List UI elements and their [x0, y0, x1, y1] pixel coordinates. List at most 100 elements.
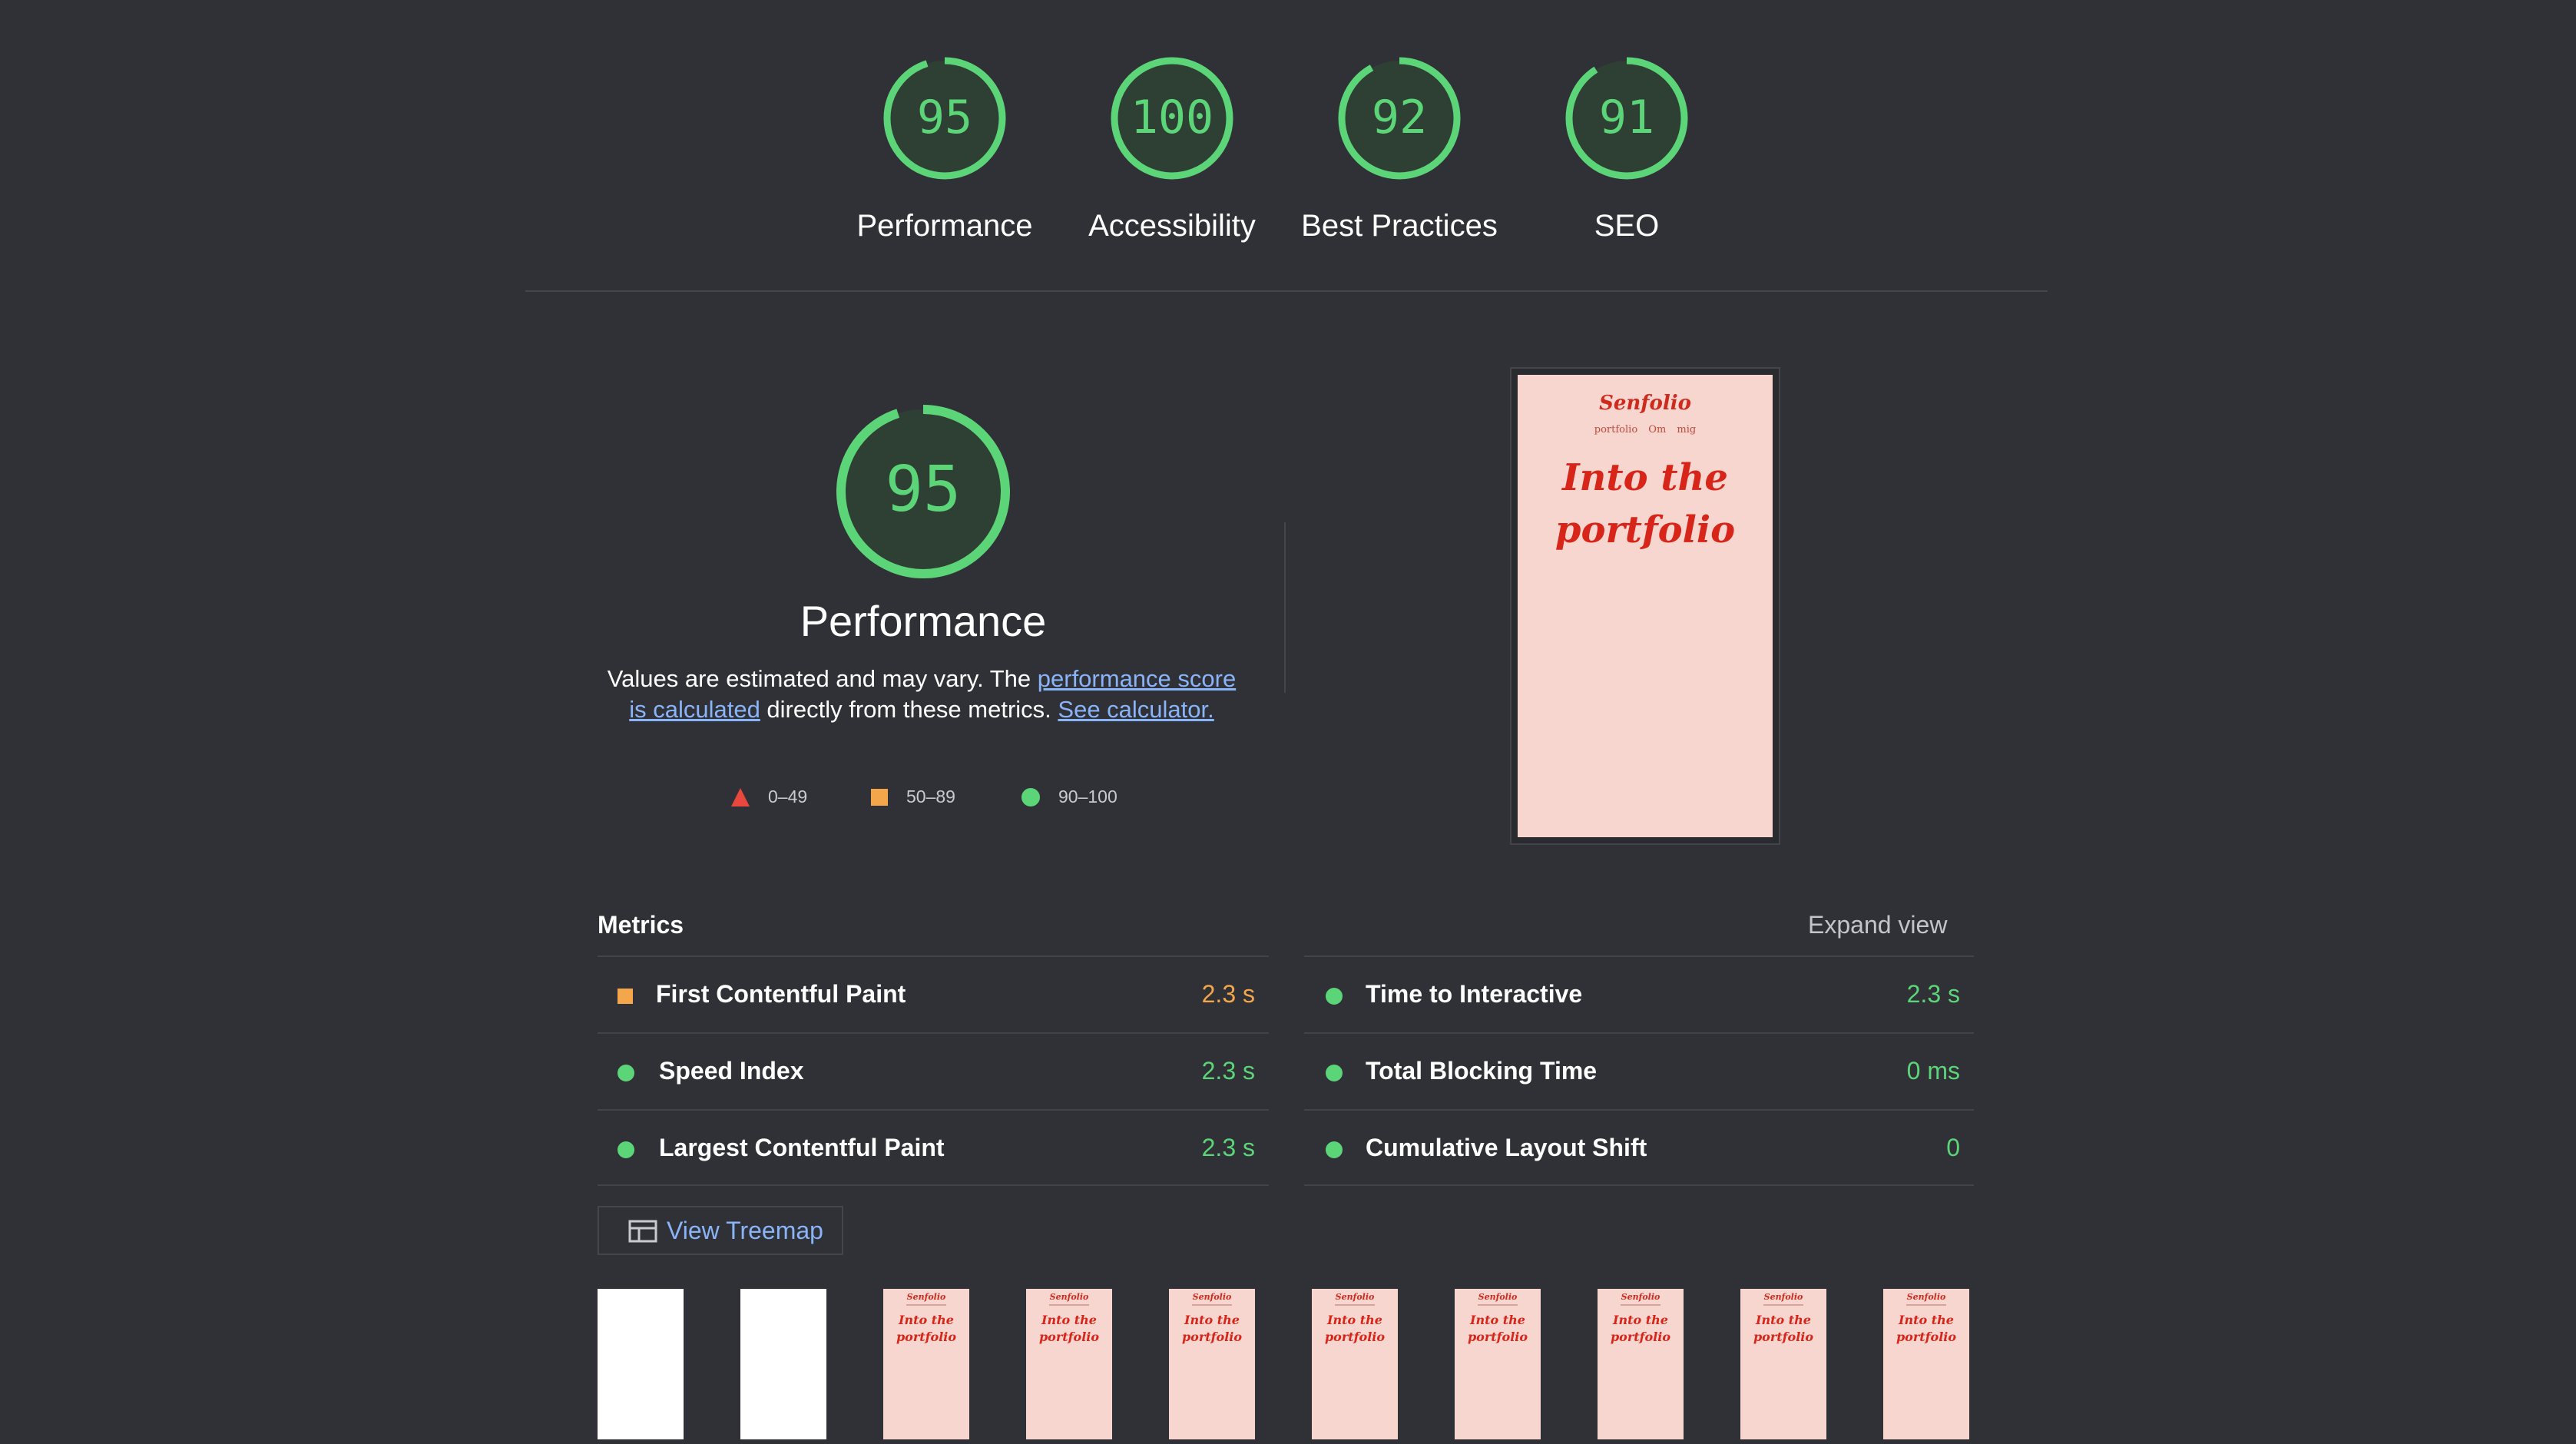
gauge-score: 91 [1598, 91, 1655, 144]
filmstrip-frame: Senfolio Into the portfolio [1026, 1289, 1112, 1439]
metric-label: Largest Contentful Paint [659, 1134, 945, 1161]
thumb-hero-line: Into the [1184, 1313, 1240, 1327]
thumb-hero: Into the portfolio [1740, 1312, 1826, 1346]
thumb-hero: Into the portfolio [1312, 1312, 1398, 1346]
legend-average: 50–89 [871, 787, 955, 807]
thumb-hero-line: Into the [1899, 1313, 1954, 1327]
gauge-accessibility[interactable]: 100 [1109, 55, 1235, 181]
gauge-seo[interactable]: 91 [1564, 55, 1690, 181]
gauge-performance[interactable]: 95 [882, 55, 1008, 181]
filmstrip-frame: Senfolio Into the portfolio [883, 1289, 969, 1439]
triangle-icon [731, 787, 750, 806]
thumb-brand: Senfolio [1335, 1292, 1375, 1302]
pass-circle-icon [1326, 1065, 1343, 1081]
thumb-nav [1192, 1304, 1232, 1306]
thumb-nav [1621, 1304, 1660, 1306]
performance-title: Performance [800, 597, 1047, 645]
filmstrip-frame: Senfolio Into the portfolio [1740, 1289, 1826, 1439]
pass-circle-icon [1326, 1141, 1343, 1158]
metric-speed-index: Speed Index 2.3 s [598, 1032, 1269, 1109]
metric-cumulative-layout-shift: Cumulative Layout Shift 0 [1304, 1109, 1974, 1186]
thumb-hero-line: portfolio [1181, 1330, 1243, 1344]
filmstrip-frame [598, 1289, 684, 1439]
thumb-nav [1478, 1304, 1518, 1306]
legend-label: 90–100 [1058, 787, 1117, 806]
final-screenshot[interactable]: Senfolio portfolio Om mig Into the portf… [1510, 367, 1780, 845]
thumb-hero: Into the portfolio [883, 1312, 969, 1346]
treemap-icon [628, 1220, 657, 1243]
thumb-brand: Senfolio [1621, 1292, 1660, 1302]
calculator-link[interactable]: See calculator. [1058, 696, 1214, 723]
screenshot-brand: Senfolio [1599, 392, 1691, 415]
gauge-label-best-practices[interactable]: Best Practices [1284, 209, 1515, 243]
thumb-nav [1335, 1304, 1375, 1306]
filmstrip-frame: Senfolio Into the portfolio [1169, 1289, 1255, 1439]
metric-total-blocking-time: Total Blocking Time 0 ms [1304, 1032, 1974, 1109]
thumb-hero: Into the portfolio [1455, 1312, 1541, 1346]
thumb-hero-line: portfolio [1038, 1330, 1100, 1344]
performance-score: 95 [885, 453, 962, 526]
gauge-label-seo[interactable]: SEO [1511, 209, 1742, 243]
metric-label: Speed Index [659, 1057, 804, 1085]
metric-label: Time to Interactive [1366, 980, 1583, 1008]
thumb-nav [1763, 1304, 1803, 1306]
metric-label: Total Blocking Time [1366, 1057, 1598, 1085]
metric-value: 0 ms [1906, 1057, 1960, 1085]
screenshot-page: Senfolio portfolio Om mig Into the portf… [1518, 375, 1773, 837]
metric-time-to-interactive: Time to Interactive 2.3 s [1304, 955, 1974, 1032]
thumb-hero-line: Into the [1756, 1313, 1811, 1327]
screenshot-hero: Into the portfolio [1518, 452, 1773, 556]
legend-pass: 90–100 [1021, 787, 1117, 807]
filmstrip-frame: Senfolio Into the portfolio [1312, 1289, 1398, 1439]
pass-circle-icon [1326, 988, 1343, 1005]
filmstrip-frame [740, 1289, 826, 1439]
gauge-best-practices[interactable]: 92 [1336, 55, 1462, 181]
thumb-hero: Into the portfolio [1169, 1312, 1255, 1346]
average-square-icon [618, 989, 633, 1004]
thumb-hero-line: portfolio [1896, 1330, 1957, 1344]
thumb-brand: Senfolio [906, 1292, 946, 1302]
pass-circle-icon [618, 1065, 634, 1081]
thumb-hero: Into the portfolio [1883, 1312, 1969, 1346]
thumb-hero-line: portfolio [1467, 1330, 1528, 1344]
legend-label: 50–89 [906, 787, 955, 806]
thumb-nav [906, 1304, 946, 1306]
filmstrip-frame: Senfolio Into the portfolio [1455, 1289, 1541, 1439]
pass-circle-icon [618, 1141, 634, 1158]
metrics-title: Metrics [598, 911, 684, 939]
thumb-nav [1906, 1304, 1946, 1306]
thumb-brand: Senfolio [1049, 1292, 1089, 1302]
thumb-hero: Into the portfolio [1026, 1312, 1112, 1346]
metric-value: 2.3 s [1906, 980, 1960, 1008]
filmstrip-frame: Senfolio Into the portfolio [1598, 1289, 1684, 1439]
metric-value: 2.3 s [1201, 1134, 1255, 1161]
metric-largest-contentful-paint: Largest Contentful Paint 2.3 s [598, 1109, 1269, 1186]
thumb-brand: Senfolio [1192, 1292, 1232, 1302]
metric-value: 2.3 s [1201, 1057, 1255, 1085]
description-text: directly from these metrics. [760, 696, 1058, 723]
gauge-label-performance[interactable]: Performance [829, 209, 1060, 243]
legend-fail: 0–49 [731, 787, 807, 807]
circle-icon [1021, 787, 1040, 806]
hero-line: Into the [1562, 456, 1728, 499]
gauge-score: 100 [1130, 91, 1214, 144]
expand-view-button[interactable]: Expand view [1808, 911, 1947, 939]
metric-value: 2.3 s [1201, 980, 1255, 1008]
section-divider [525, 290, 2048, 292]
thumb-hero-line: Into the [1470, 1313, 1525, 1327]
filmstrip-frame: Senfolio Into the portfolio [1883, 1289, 1969, 1439]
metric-first-contentful-paint: First Contentful Paint 2.3 s [598, 955, 1269, 1032]
performance-gauge-large: 95 [834, 402, 1012, 581]
thumb-hero-line: portfolio [1610, 1330, 1671, 1344]
gauge-score: 95 [916, 91, 973, 144]
screenshot-nav: portfolio Om mig [1594, 424, 1697, 436]
thumb-hero-line: Into the [1327, 1313, 1382, 1327]
gauge-label-accessibility[interactable]: Accessibility [1057, 209, 1287, 243]
thumb-hero-line: Into the [899, 1313, 954, 1327]
thumb-brand: Senfolio [1763, 1292, 1803, 1302]
square-icon [871, 788, 888, 806]
thumb-hero-line: Into the [1041, 1313, 1097, 1327]
vertical-divider [1284, 522, 1286, 693]
thumb-hero-line: portfolio [1324, 1330, 1386, 1344]
view-treemap-button[interactable]: View Treemap [598, 1206, 843, 1255]
